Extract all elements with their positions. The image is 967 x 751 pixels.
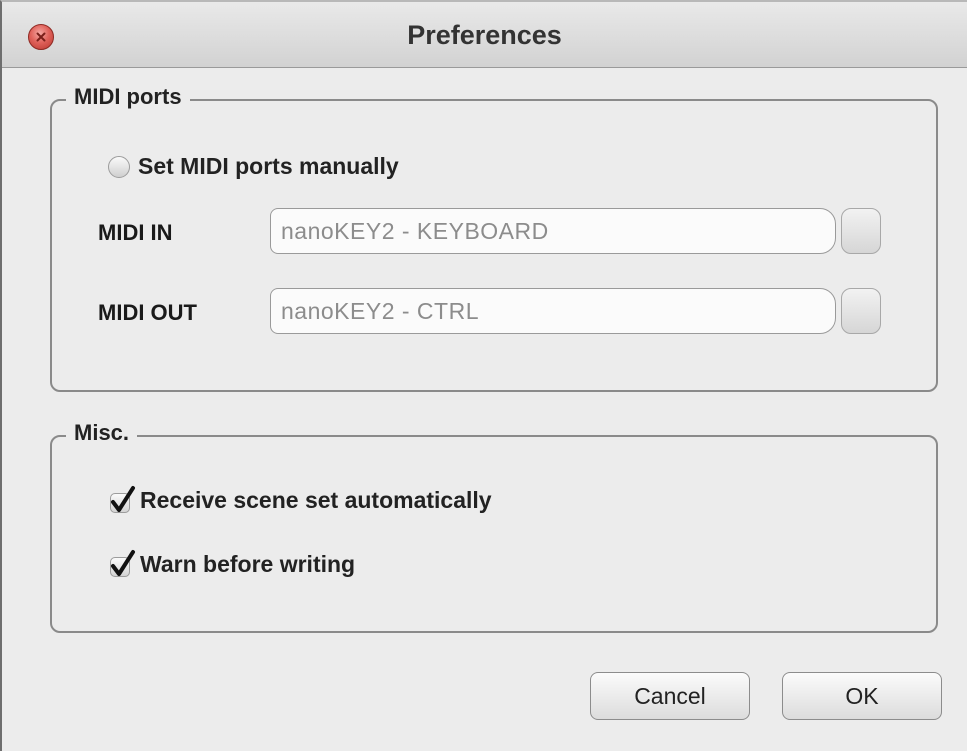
midi-in-value: nanoKEY2 - KEYBOARD xyxy=(281,217,549,244)
receive-scene-set-label: Receive scene set automatically xyxy=(140,486,492,513)
misc-group: Misc. Receive scene set automatically Wa… xyxy=(50,420,938,633)
set-midi-ports-manually-checkbox[interactable]: Set MIDI ports manually xyxy=(108,153,399,180)
midi-ports-group-label: MIDI ports xyxy=(66,84,190,110)
checked-checkbox[interactable] xyxy=(108,549,136,579)
ok-button[interactable]: OK xyxy=(782,672,942,720)
midi-out-field[interactable]: nanoKEY2 - CTRL xyxy=(270,288,836,334)
cancel-button[interactable]: Cancel xyxy=(590,672,750,720)
midi-in-label: MIDI IN xyxy=(98,220,173,245)
window-title: Preferences xyxy=(407,20,562,50)
warn-before-writing-label: Warn before writing xyxy=(140,550,356,577)
preferences-window: Preferences MIDI ports Set MIDI ports ma… xyxy=(0,0,967,751)
unchecked-checkbox-icon[interactable] xyxy=(108,155,130,178)
midi-in-dropdown-button[interactable] xyxy=(841,208,881,254)
receive-scene-set-checkbox[interactable]: Receive scene set automatically xyxy=(108,485,492,515)
checkmark-icon xyxy=(111,550,135,576)
midi-out-label: MIDI OUT xyxy=(98,300,197,325)
checkmark-icon xyxy=(111,486,135,512)
set-midi-ports-manually-label: Set MIDI ports manually xyxy=(138,153,399,179)
midi-in-field[interactable]: nanoKEY2 - KEYBOARD xyxy=(270,208,836,254)
midi-out-value: nanoKEY2 - CTRL xyxy=(281,297,479,324)
midi-ports-group: MIDI ports Set MIDI ports manually MIDI … xyxy=(50,84,938,392)
midi-out-dropdown-button[interactable] xyxy=(841,288,881,334)
warn-before-writing-checkbox[interactable]: Warn before writing xyxy=(108,549,355,579)
title-bar[interactable]: Preferences xyxy=(2,2,967,68)
misc-group-label: Misc. xyxy=(66,420,138,446)
checked-checkbox[interactable] xyxy=(108,485,136,515)
